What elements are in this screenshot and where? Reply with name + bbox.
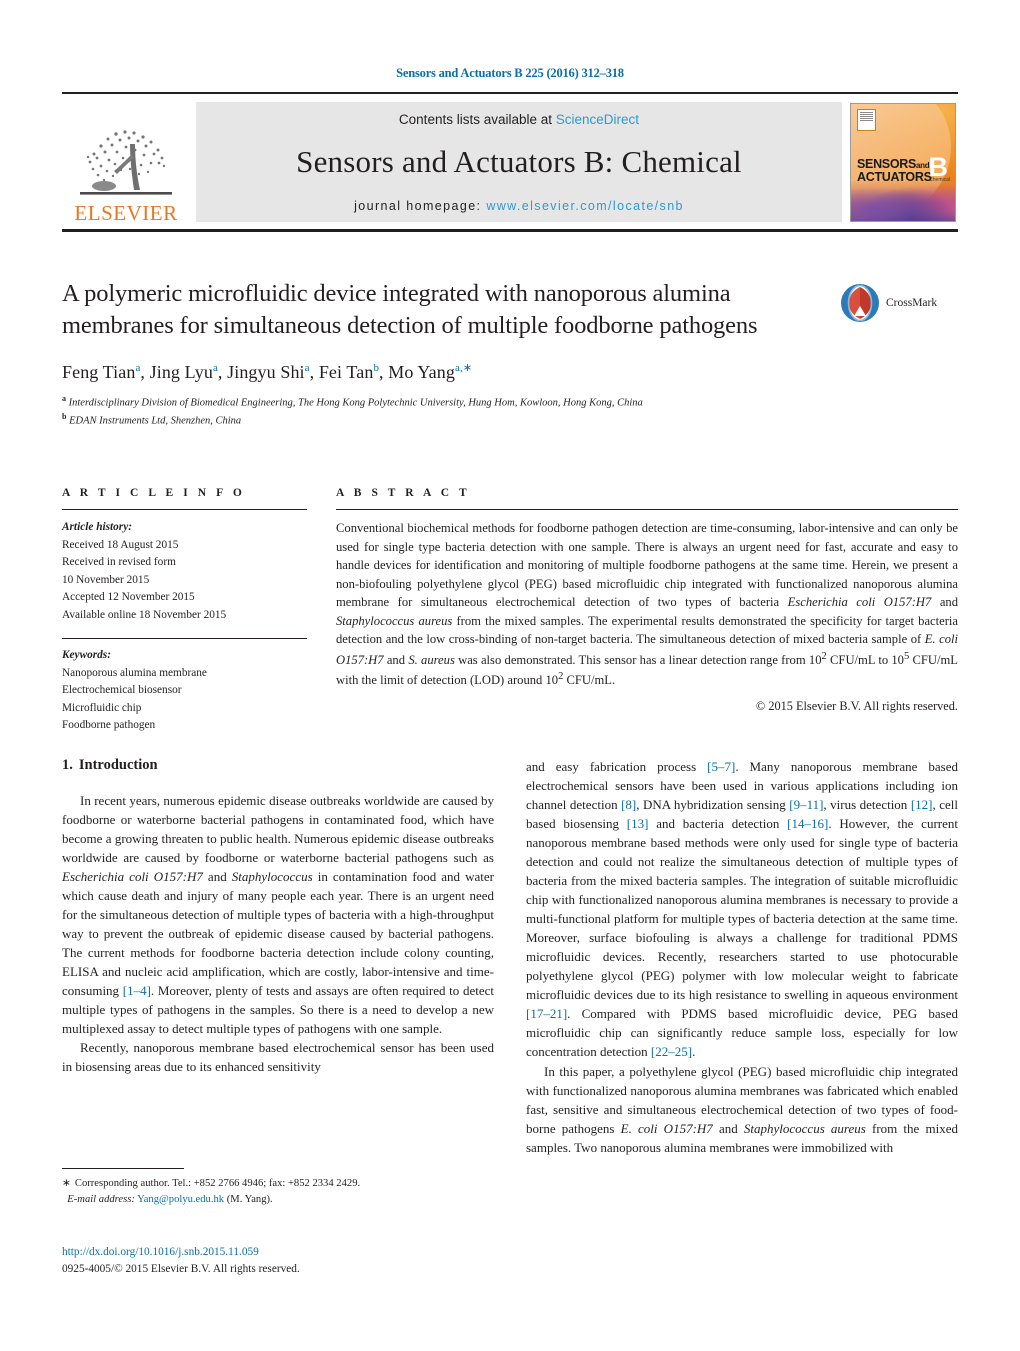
keyword-item: Microfluidic chip: [62, 701, 142, 714]
page-title: A polymeric microfluidic device integrat…: [62, 280, 758, 339]
keyword-item: Electrochemical biosensor: [62, 684, 182, 696]
author-list: Feng Tiana, Jing Lyua, Jingyu Shia, Fei …: [62, 361, 473, 382]
contents-prefix: Contents lists available at: [398, 112, 553, 127]
cover-line2: ACTUATORS: [857, 169, 932, 184]
homepage-url-link[interactable]: www.elsevier.com/locate/snb: [486, 199, 684, 213]
affiliation-a: a Interdisciplinary Division of Biomedic…: [62, 393, 643, 409]
affiliation-a-text: Interdisciplinary Division of Biomedical…: [68, 397, 643, 409]
history-item: Available online 18 November 2015: [62, 608, 227, 621]
email-line: E-mail address: Yang@polyu.edu.hk (M. Ya…: [62, 1192, 494, 1208]
footnote-rule: [62, 1168, 184, 1169]
article-info-heading: A R T I C L E I N F O: [62, 487, 246, 499]
journal-title: Sensors and Actuators B: Chemical: [296, 144, 742, 179]
footnote-block: ∗ Corresponding author. Tel.: +852 2766 4…: [62, 1168, 494, 1208]
abstract-heading: A B S T R A C T: [336, 487, 471, 499]
footnote-star-marker: ∗: [62, 1178, 71, 1189]
masthead-center-band: Contents lists available at ScienceDirec…: [196, 102, 842, 222]
keyword-item: Nanoporous alumina membrane: [62, 666, 207, 679]
section-heading: Introduction: [78, 757, 158, 773]
issn-copyright-line: 0925-4005/© 2015 Elsevier B.V. All right…: [62, 1262, 300, 1275]
intro-paragraph: Recently, nanoporous membrane based elec…: [62, 1040, 494, 1075]
cover-line1: SENSORS: [857, 156, 917, 171]
abstract-copyright: © 2015 Elsevier B.V. All rights reserved…: [755, 698, 958, 713]
keyword-item: Foodborne pathogen: [62, 719, 156, 731]
homepage-prefix: journal homepage:: [354, 199, 482, 213]
elsevier-tree-icon: [80, 130, 172, 195]
email-link[interactable]: Yang@polyu.edu.hk: [137, 1194, 224, 1205]
journal-homepage-line: journal homepage: www.elsevier.com/locat…: [354, 199, 684, 213]
cover-elsevier-badge-icon: [857, 109, 876, 131]
abstract-text: Conventional biochemical methods for foo…: [336, 521, 958, 688]
corresponding-author-note: ∗ Corresponding author. Tel.: +852 2766 4…: [62, 1176, 494, 1208]
body-column-left: 1. Introduction In recent years, numerous…: [62, 757, 494, 1157]
email-label: E-mail address:: [67, 1194, 135, 1206]
elsevier-wordmark: ELSEVIER: [74, 201, 178, 225]
title-block: A polymeric microfluidic device integrat…: [62, 278, 958, 430]
intro-paragraph: In recent years, numerous epidemic disea…: [62, 793, 495, 1037]
section-number: 1.: [62, 757, 73, 773]
history-item: Received 18 August 2015: [62, 538, 179, 551]
crossmark-label: CrossMark: [886, 297, 938, 309]
article-history-block: Article history: Received 18 August 2015…: [62, 519, 307, 624]
running-head: Sensors and Actuators B 225 (2016) 312–3…: [396, 66, 624, 80]
journal-cover-thumbnail: SENSORSand ACTUATORS B Chemical: [850, 103, 956, 222]
cover-volume-subtitle: Chemical: [929, 176, 950, 183]
affiliation-list: a Interdisciplinary Division of Biomedic…: [62, 393, 958, 430]
history-item: 10 November 2015: [62, 573, 150, 586]
email-suffix: (M. Yang).: [226, 1194, 273, 1206]
info-abstract-row: A R T I C L E I N F O Article history: R…: [62, 487, 958, 735]
body-columns: 1. Introduction In recent years, numerous…: [62, 757, 958, 1157]
doi-block: http://dx.doi.org/10.1016/j.snb.2015.11.…: [62, 1244, 494, 1278]
keywords-rule: [62, 638, 307, 639]
crossmark-icon: [841, 284, 879, 322]
abstract-rule: [336, 509, 958, 510]
history-item: Accepted 12 November 2015: [62, 591, 195, 603]
history-item: Received in revised form: [62, 556, 176, 568]
keywords-label: Keywords:: [62, 649, 111, 661]
keywords-block: Keywords: Nanoporous alumina membrane El…: [62, 647, 307, 735]
article-info-rule: [62, 509, 307, 510]
journal-masthead: ELSEVIER Contents lists available at Sci…: [62, 92, 958, 232]
corresponding-author-text: Corresponding author. Tel.: +852 2766 49…: [74, 1178, 361, 1189]
contents-available-line: Contents lists available at ScienceDirec…: [399, 112, 639, 127]
crossmark-badge[interactable]: CrossMark: [840, 280, 958, 326]
intro-paragraph: and easy fabrication process [5–7]. Many…: [526, 759, 958, 1060]
affiliation-b-text: EDAN Instruments Ltd, Shenzhen, China: [69, 415, 242, 427]
article-info-column: A R T I C L E I N F O Article history: R…: [62, 487, 307, 735]
doi-link[interactable]: http://dx.doi.org/10.1016/j.snb.2015.11.…: [62, 1244, 494, 1261]
body-column-right: and easy fabrication process [5–7]. Many…: [526, 757, 958, 1157]
cover-title-text: SENSORSand ACTUATORS: [857, 156, 932, 184]
sciencedirect-link[interactable]: ScienceDirect: [556, 112, 639, 127]
article-history-label: Article history:: [62, 521, 132, 533]
abstract-column: A B S T R A C T Conventional biochemical…: [336, 487, 958, 735]
cover-photo-graphic: [851, 181, 955, 221]
section-title-introduction: 1. Introduction: [62, 757, 494, 774]
intro-paragraph: In this paper, a polyethylene glycol (PE…: [526, 1063, 958, 1155]
article-page: Sensors and Actuators B 225 (2016) 312–3…: [0, 0, 1020, 1351]
elsevier-logo: ELSEVIER: [62, 96, 190, 230]
affiliation-b: b EDAN Instruments Ltd, Shenzhen, China: [62, 412, 242, 427]
cover-line1-small: and: [916, 160, 930, 170]
